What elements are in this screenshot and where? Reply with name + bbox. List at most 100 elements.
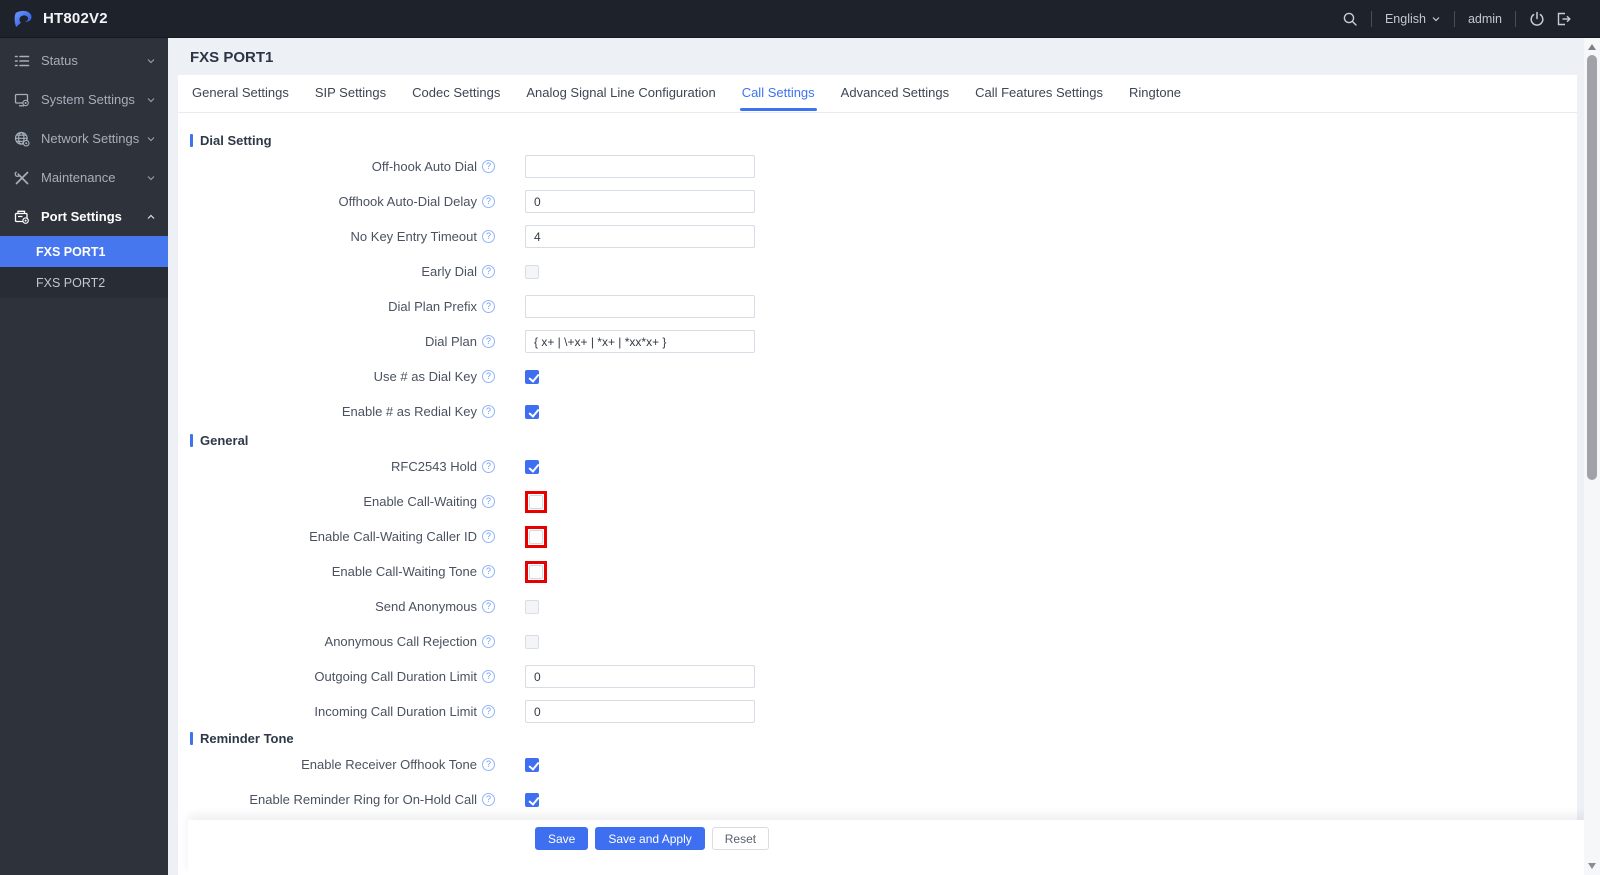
enable-as-redial-key-checkbox[interactable] <box>525 404 539 419</box>
section-header-reminder-tone: Reminder Tone <box>190 729 1577 747</box>
field-control <box>525 560 547 583</box>
help-icon[interactable]: ? <box>482 565 495 578</box>
form-row-anonymous-call-rejection: Anonymous Call Rejection? <box>190 624 1577 659</box>
reset-button[interactable]: Reset <box>711 827 770 850</box>
anonymous-call-rejection-checkbox[interactable] <box>525 634 539 649</box>
tab-advanced-settings[interactable]: Advanced Settings <box>841 75 949 112</box>
tab-call-settings[interactable]: Call Settings <box>739 75 817 112</box>
save-button[interactable]: Save <box>535 827 589 850</box>
help-icon[interactable]: ? <box>482 600 495 613</box>
vertical-scrollbar[interactable] <box>1584 38 1600 875</box>
dial-plan-prefix-input[interactable] <box>525 295 755 318</box>
field-label-group: Incoming Call Duration Limit? <box>190 704 495 719</box>
help-icon[interactable]: ? <box>482 370 495 383</box>
annotation-highlight-box <box>525 490 547 513</box>
form-footer: Save Save and Apply Reset <box>188 820 1587 875</box>
enable-call-waiting-checkbox[interactable] <box>529 494 543 509</box>
logout-button[interactable] <box>1551 11 1584 27</box>
maintenance-icon <box>14 170 31 186</box>
form-row-dial-plan-prefix: Dial Plan Prefix? <box>190 289 1577 324</box>
dial-plan-input[interactable] <box>525 330 755 353</box>
field-control <box>525 369 539 384</box>
user-menu[interactable]: admin <box>1455 12 1515 26</box>
field-label: RFC2543 Hold <box>391 459 477 474</box>
topbar: HT802V2 English admin <box>0 0 1600 38</box>
field-label-group: Outgoing Call Duration Limit? <box>190 669 495 684</box>
field-control <box>525 330 755 353</box>
enable-call-waiting-caller-id-checkbox[interactable] <box>529 529 543 544</box>
form-row-enable-receiver-offhook-tone: Enable Receiver Offhook Tone? <box>190 747 1577 782</box>
help-icon[interactable]: ? <box>482 195 495 208</box>
save-and-apply-button[interactable]: Save and Apply <box>595 827 705 850</box>
annotation-highlight-box <box>525 560 547 583</box>
help-icon[interactable]: ? <box>482 335 495 348</box>
field-label-group: Offhook Auto-Dial Delay? <box>190 194 495 209</box>
help-icon[interactable]: ? <box>482 530 495 543</box>
offhook-auto-dial-delay-input[interactable] <box>525 190 755 213</box>
tab-analog-signal-line-configuration[interactable]: Analog Signal Line Configuration <box>526 75 715 112</box>
early-dial-checkbox[interactable] <box>525 264 539 279</box>
outgoing-call-duration-limit-input[interactable] <box>525 665 755 688</box>
field-label-group: No Key Entry Timeout? <box>190 229 495 244</box>
help-icon[interactable]: ? <box>482 793 495 806</box>
language-selector[interactable]: English <box>1372 12 1454 26</box>
scroll-up-arrow-icon[interactable] <box>1584 40 1600 54</box>
chevron-down-icon <box>146 56 156 66</box>
help-icon[interactable]: ? <box>482 300 495 313</box>
incoming-call-duration-limit-input[interactable] <box>525 700 755 723</box>
language-label: English <box>1384 11 1426 26</box>
sidebar-item-network-settings[interactable]: Network Settings <box>0 119 168 158</box>
form-row-enable-reminder-ring-for-on-hold-call: Enable Reminder Ring for On-Hold Call? <box>190 782 1577 817</box>
form-row-send-anonymous: Send Anonymous? <box>190 589 1577 624</box>
main-content: FXS PORT1 General Settings SIP Settings Co… <box>168 38 1587 875</box>
help-icon[interactable]: ? <box>482 635 495 648</box>
sidebar-item-maintenance[interactable]: Maintenance <box>0 158 168 197</box>
section-header-dial-setting: Dial Setting <box>190 131 1577 149</box>
scrollbar-thumb[interactable] <box>1587 55 1597 480</box>
off-hook-auto-dial-input[interactable] <box>525 155 755 178</box>
power-icon <box>1529 11 1545 27</box>
sidebar-item-system-settings[interactable]: System Settings <box>0 80 168 119</box>
field-label-group: Anonymous Call Rejection? <box>190 634 495 649</box>
tab-sip-settings[interactable]: SIP Settings <box>315 75 386 112</box>
help-icon[interactable]: ? <box>482 758 495 771</box>
help-icon[interactable]: ? <box>482 265 495 278</box>
enable-receiver-offhook-tone-checkbox[interactable] <box>525 757 539 772</box>
section-title: General <box>200 432 249 448</box>
help-icon[interactable]: ? <box>482 405 495 418</box>
field-control <box>525 634 539 649</box>
sidebar-subitem-fxs-port2[interactable]: FXS PORT2 <box>0 267 168 298</box>
sidebar-item-port-settings[interactable]: Port Settings <box>0 197 168 236</box>
field-label: Outgoing Call Duration Limit <box>314 669 477 684</box>
field-label: Enable Receiver Offhook Tone <box>301 757 477 772</box>
help-icon[interactable]: ? <box>482 495 495 508</box>
tab-general-settings[interactable]: General Settings <box>192 75 289 112</box>
help-icon[interactable]: ? <box>482 460 495 473</box>
search-button[interactable] <box>1329 11 1371 27</box>
scroll-down-arrow-icon[interactable] <box>1584 859 1600 873</box>
help-icon[interactable]: ? <box>482 705 495 718</box>
grandstream-logo-icon <box>14 9 35 28</box>
enable-reminder-ring-for-on-hold-call-checkbox[interactable] <box>525 792 539 807</box>
send-anonymous-checkbox[interactable] <box>525 599 539 614</box>
enable-call-waiting-tone-checkbox[interactable] <box>529 564 543 579</box>
sidebar-menu: Status System Settings Network Settings Mai… <box>0 38 168 298</box>
sidebar-subitem-fxs-port1[interactable]: FXS PORT1 <box>0 236 168 267</box>
tab-ringtone[interactable]: Ringtone <box>1129 75 1181 112</box>
tab-codec-settings[interactable]: Codec Settings <box>412 75 500 112</box>
field-control <box>525 155 755 178</box>
topbar-actions: English admin <box>1329 10 1600 27</box>
field-label: Enable Reminder Ring for On-Hold Call <box>249 792 477 807</box>
field-label: Off-hook Auto Dial <box>371 159 477 174</box>
sidebar-item-label: System Settings <box>41 92 135 107</box>
help-icon[interactable]: ? <box>482 230 495 243</box>
help-icon[interactable]: ? <box>482 160 495 173</box>
use-as-dial-key-checkbox[interactable] <box>525 369 539 384</box>
rfc2543-hold-checkbox[interactable] <box>525 459 539 474</box>
sidebar-item-status[interactable]: Status <box>0 41 168 80</box>
reboot-button[interactable] <box>1516 11 1551 27</box>
field-label: No Key Entry Timeout <box>350 229 477 244</box>
tab-call-features-settings[interactable]: Call Features Settings <box>975 75 1103 112</box>
no-key-entry-timeout-input[interactable] <box>525 225 755 248</box>
help-icon[interactable]: ? <box>482 670 495 683</box>
